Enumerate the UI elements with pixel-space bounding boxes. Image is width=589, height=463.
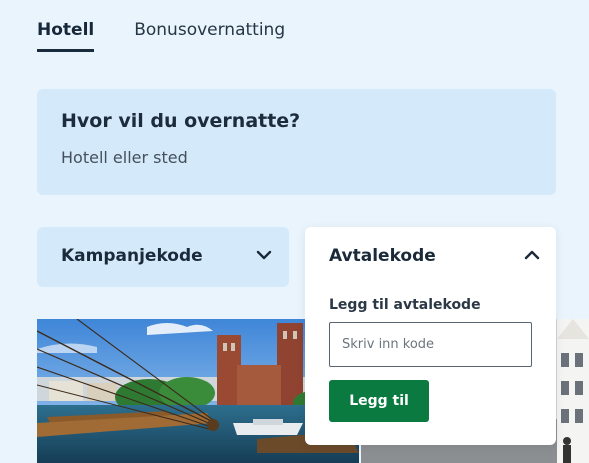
agreement-code-panel: Avtalekode Legg til avtalekode Legg til bbox=[305, 227, 556, 445]
destination-search[interactable]: Hvor vil du overnatte? Hotell eller sted bbox=[37, 89, 556, 195]
tab-bar: Hotell Bonusovernatting bbox=[37, 0, 285, 56]
add-agreement-code-button[interactable]: Legg til bbox=[329, 380, 429, 422]
agreement-code-input[interactable] bbox=[329, 322, 532, 367]
campaign-code-label: Kampanjekode bbox=[61, 246, 203, 266]
agreement-code-label[interactable]: Avtalekode bbox=[329, 246, 436, 266]
chevron-up-icon[interactable] bbox=[524, 249, 540, 261]
tab-bonusovernatting[interactable]: Bonusovernatting bbox=[134, 0, 285, 56]
campaign-code-toggle[interactable]: Kampanjekode bbox=[37, 227, 289, 287]
destination-hint: Hotell eller sted bbox=[61, 148, 188, 167]
destination-title: Hvor vil du overnatte? bbox=[61, 110, 301, 132]
agreement-code-field-label: Legg til avtalekode bbox=[329, 297, 481, 313]
chevron-down-icon bbox=[256, 250, 272, 260]
tab-hotell[interactable]: Hotell bbox=[37, 0, 95, 56]
